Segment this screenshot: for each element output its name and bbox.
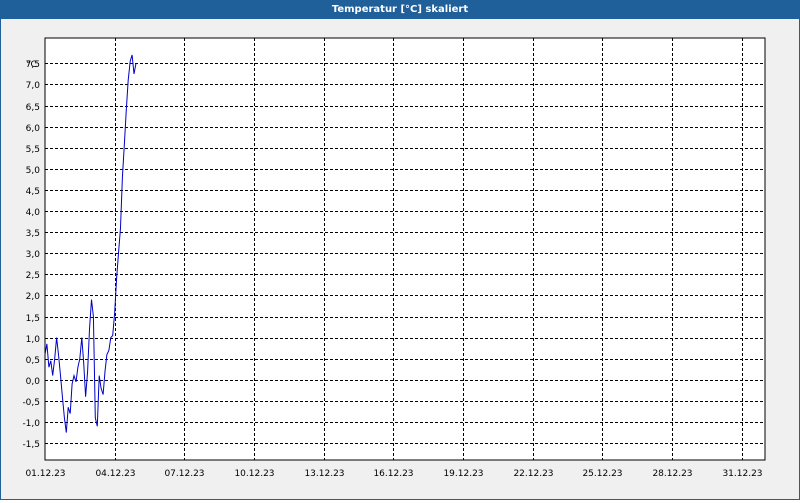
x-tick-label: 10.12.23	[234, 469, 274, 479]
y-tick-label: 5,5	[26, 145, 40, 155]
y-tick-label: 5,0	[26, 166, 41, 176]
y-tick-label: -1,5	[22, 440, 40, 450]
window-title: Temperatur [°C] skaliert	[1, 1, 799, 19]
y-tick-label: 3,5	[26, 229, 40, 239]
y-tick-label: 7,0	[26, 81, 41, 91]
plot-area: -1,5 -1,0 -0,5 0,0 0,5 1,0 1,5 2,0 2,5 3,0 3,5 4,0 4…	[1, 19, 799, 499]
x-tick-label: 22.12.23	[513, 469, 553, 479]
x-tick-label: 01.12.23	[25, 469, 65, 479]
y-axis-label: °C	[26, 60, 37, 70]
plot-background	[44, 37, 766, 461]
y-tick-label: 6,0	[26, 124, 41, 134]
y-tick-label: 2,5	[26, 271, 40, 281]
x-tick-label: 13.12.23	[304, 469, 344, 479]
y-tick-label: 3,0	[26, 250, 41, 260]
y-tick-label: 1,5	[26, 314, 40, 324]
y-tick-label: 0,5	[26, 356, 40, 366]
y-tick-label: 2,0	[26, 292, 41, 302]
x-tick-label: 07.12.23	[164, 469, 204, 479]
y-tick-label: 1,0	[26, 335, 41, 345]
x-tick-label: 16.12.23	[373, 469, 413, 479]
y-tick-label: -1,0	[22, 419, 40, 429]
x-tick-label: 28.12.23	[652, 469, 692, 479]
y-tick-label: 6,5	[26, 103, 40, 113]
y-tick-label: 4,5	[26, 187, 40, 197]
chart-window: Temperatur [°C] skaliert -1,5 -1,0 -0,5 0,0…	[0, 0, 800, 500]
temperature-chart: -1,5 -1,0 -0,5 0,0 0,5 1,0 1,5 2,0 2,5 3,0 3,5 4,0 4…	[22, 37, 766, 479]
x-tick-label: 25.12.23	[582, 469, 622, 479]
y-tick-label: -0,5	[22, 398, 40, 408]
x-tick-label: 04.12.23	[95, 469, 135, 479]
x-tick-label: 19.12.23	[443, 469, 483, 479]
x-tick-label: 31.12.23	[722, 469, 762, 479]
y-tick-label: 4,0	[26, 208, 41, 218]
y-tick-label: 0,0	[26, 377, 41, 387]
